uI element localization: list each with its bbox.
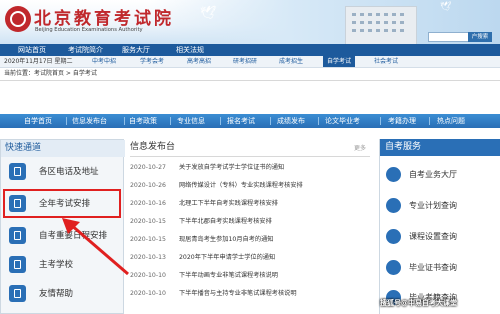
site-banner: 🕊 🕊 北京教育考试院 Beijing Education Examinatio… <box>0 0 500 44</box>
search-button[interactable]: 户搜索 <box>468 32 492 42</box>
gear-icon <box>386 229 401 244</box>
news-row[interactable]: 2020-10-26 网络传媒设计（专科）专业实践课程考核安排 <box>130 179 370 193</box>
current-date: 2020年11月17日 星期二 <box>4 58 73 65</box>
info-board-title: 信息发布台 <box>130 142 176 152</box>
tab-xuekao[interactable]: 学考会考 <box>140 56 164 67</box>
subnav-item-majors[interactable]: 专业信息 <box>177 114 205 128</box>
quick-access-title: 快速通道 <box>1 140 125 157</box>
help-icon <box>9 285 26 302</box>
news-row[interactable]: 2020-10-16 北理工下半年自考实践课程考核安排 <box>130 197 370 211</box>
dove-icon: 🕊 <box>200 6 217 21</box>
quick-item-district-contacts[interactable]: 各区电话及地址 <box>5 160 121 184</box>
watermark: 搜狐号@中易自考大课堂 <box>380 299 457 307</box>
service-item-certificate-query[interactable]: 毕业证书查询 <box>386 258 498 278</box>
quick-item-help[interactable]: 友情帮助 <box>5 282 121 306</box>
tab-gaokao[interactable]: 高考高招 <box>187 56 211 67</box>
nav-item-about[interactable]: 考试院简介 <box>68 44 103 56</box>
tab-self-study-exam[interactable]: 自学考试 <box>323 56 356 67</box>
news-row[interactable]: 2020-10-13 2020年下半年申请学士学位的通知 <box>130 251 370 265</box>
news-row[interactable]: 2020-10-15 现居青岛考生参加10月自考的通知 <box>130 233 370 247</box>
breadcrumb: 当前位置：考试院首页 > 自学考试 <box>4 70 97 77</box>
annotation-arrow-icon <box>62 218 129 276</box>
calendar-icon <box>9 227 26 244</box>
main-nav: 网站首页 考试院简介 服务大厅 相关法规 <box>0 44 500 56</box>
subnav-item-records[interactable]: 考籍办理 <box>388 114 416 128</box>
site-title: 北京教育考试院 <box>34 9 174 29</box>
school-icon <box>9 256 26 273</box>
subnav-item-scores[interactable]: 成绩发布 <box>277 114 305 128</box>
dove-icon: 🕊 <box>440 2 452 12</box>
service-item-business-hall[interactable]: 自考业务大厅 <box>386 165 498 185</box>
tab-yankao[interactable]: 研考招研 <box>233 56 257 67</box>
tab-social-exam[interactable]: 社会考试 <box>374 56 398 67</box>
nav-item-service-hall[interactable]: 服务大厅 <box>122 44 150 56</box>
date-tab-bar: 2020年11月17日 星期二 中考中招 学考会考 高考高招 研考招研 成考招生… <box>0 56 500 68</box>
subnav-item-registration[interactable]: 报名考试 <box>227 114 255 128</box>
subnav-item-thesis[interactable]: 论文毕业考 <box>325 114 360 128</box>
news-row[interactable]: 2020-10-10 下半年动画专业非笔试课程考核说明 <box>130 269 370 283</box>
services-title: 自考服务 <box>380 139 500 156</box>
subnav-item-faq[interactable]: 热点问题 <box>437 114 465 128</box>
search-icon <box>386 198 401 213</box>
subnav-item-policy[interactable]: 自考政策 <box>129 114 157 128</box>
more-link[interactable]: 更多 <box>354 143 366 152</box>
info-board: 信息发布台 更多 2020-10-27 关于发放自学考试学士学位证书的通知 202… <box>130 139 370 314</box>
service-item-course-query[interactable]: 课程设置查询 <box>386 227 498 247</box>
news-row[interactable]: 2020-10-27 关于发放自学考试学士学位证书的通知 <box>130 161 370 175</box>
tab-zhongkao[interactable]: 中考中招 <box>92 56 116 67</box>
nav-item-regulations[interactable]: 相关法规 <box>176 44 204 56</box>
news-row[interactable]: 2020-10-15 下半年北郡自考实践课程考核安排 <box>130 215 370 229</box>
banner-building-image <box>345 6 417 44</box>
sub-nav: 自学首页 信息发布台 自考政策 专业信息 报名考试 成绩发布 论文毕业考 考籍办… <box>0 114 500 128</box>
services-panel: 自考服务 自考业务大厅 专业计划查询 课程设置查询 毕业证书查询 毕业考籍查询 <box>379 139 500 314</box>
nav-item-home[interactable]: 网站首页 <box>18 44 46 56</box>
authority-logo <box>5 6 31 32</box>
highlight-box <box>3 189 121 218</box>
phone-icon <box>9 163 26 180</box>
service-item-major-plan[interactable]: 专业计划查询 <box>386 196 498 216</box>
site-subtitle: Beijing Education Examinations Authority <box>35 27 143 33</box>
news-row[interactable]: 2020-10-10 下半年播音与主持专业非笔试课程考核说明 <box>130 287 370 301</box>
subnav-item-home[interactable]: 自学首页 <box>24 114 52 128</box>
tab-chengkao[interactable]: 成考招生 <box>279 56 303 67</box>
divider <box>130 156 370 157</box>
building-icon <box>386 167 401 182</box>
subnav-item-info-board[interactable]: 信息发布台 <box>72 114 107 128</box>
divider <box>0 80 500 81</box>
certificate-icon <box>386 260 401 275</box>
